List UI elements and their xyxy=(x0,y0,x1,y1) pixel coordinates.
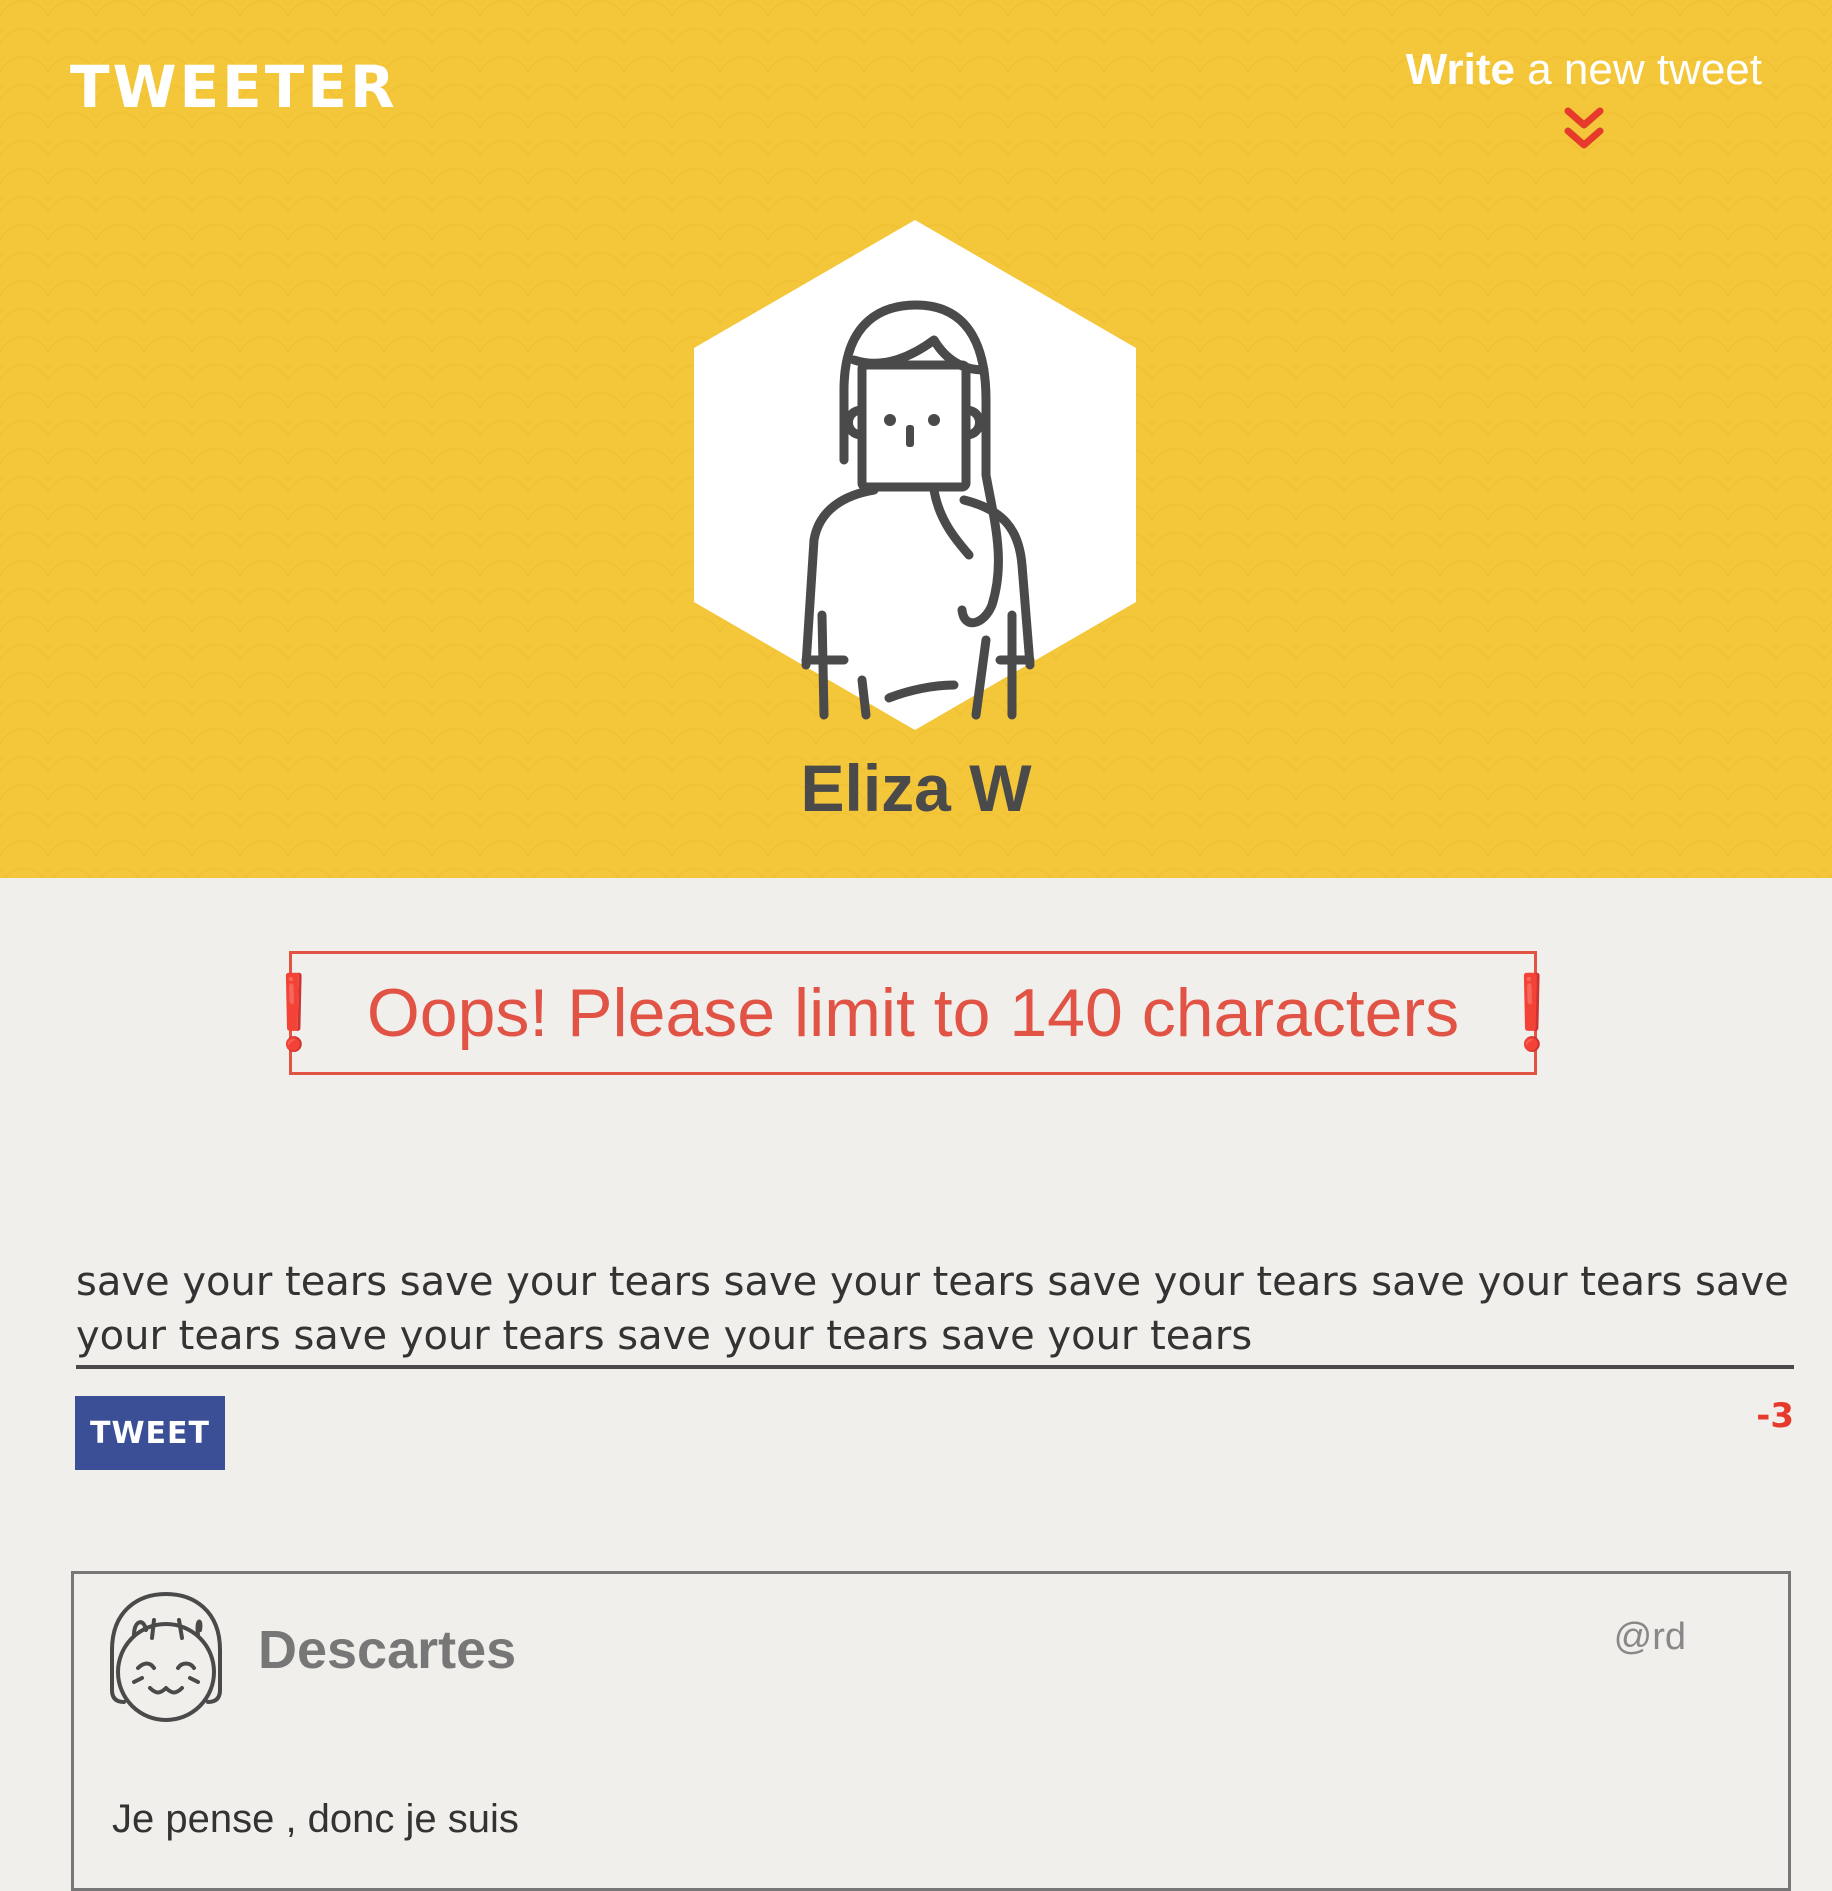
tweet-button[interactable]: TWEET xyxy=(75,1396,225,1470)
smiling-girl-avatar-icon xyxy=(110,1592,222,1722)
write-new-tweet-label[interactable]: Write a new tweet xyxy=(1406,44,1762,97)
profile-name: Eliza W xyxy=(800,751,1032,825)
character-counter: -3 xyxy=(1756,1396,1794,1436)
tweet-textarea[interactable]: save your tears save your tears save you… xyxy=(76,1255,1794,1369)
tweet-author-handle: @rd xyxy=(1613,1616,1686,1658)
error-message: Oops! Please limit to 140 characters xyxy=(366,975,1460,1051)
tweet-body: Je pense , donc je suis xyxy=(112,1797,519,1841)
app-logo[interactable]: TWEETER xyxy=(70,58,398,116)
exclamation-icon: ❗ xyxy=(1487,973,1577,1053)
woman-avatar-icon xyxy=(694,220,1136,730)
chevron-double-down-icon[interactable] xyxy=(1562,105,1606,155)
exclamation-icon: ❗ xyxy=(249,973,339,1053)
profile-header: TWEETER Write a new tweet Eliza W xyxy=(0,0,1832,878)
tweet-card: Descartes @rd Je pense , donc je suis xyxy=(71,1571,1791,1891)
write-new-tweet-toggle[interactable]: Write a new tweet xyxy=(1406,44,1762,155)
tweet-author-name: Descartes xyxy=(258,1620,517,1680)
character-limit-error: ❗ Oops! Please limit to 140 characters ❗ xyxy=(249,951,1577,1075)
